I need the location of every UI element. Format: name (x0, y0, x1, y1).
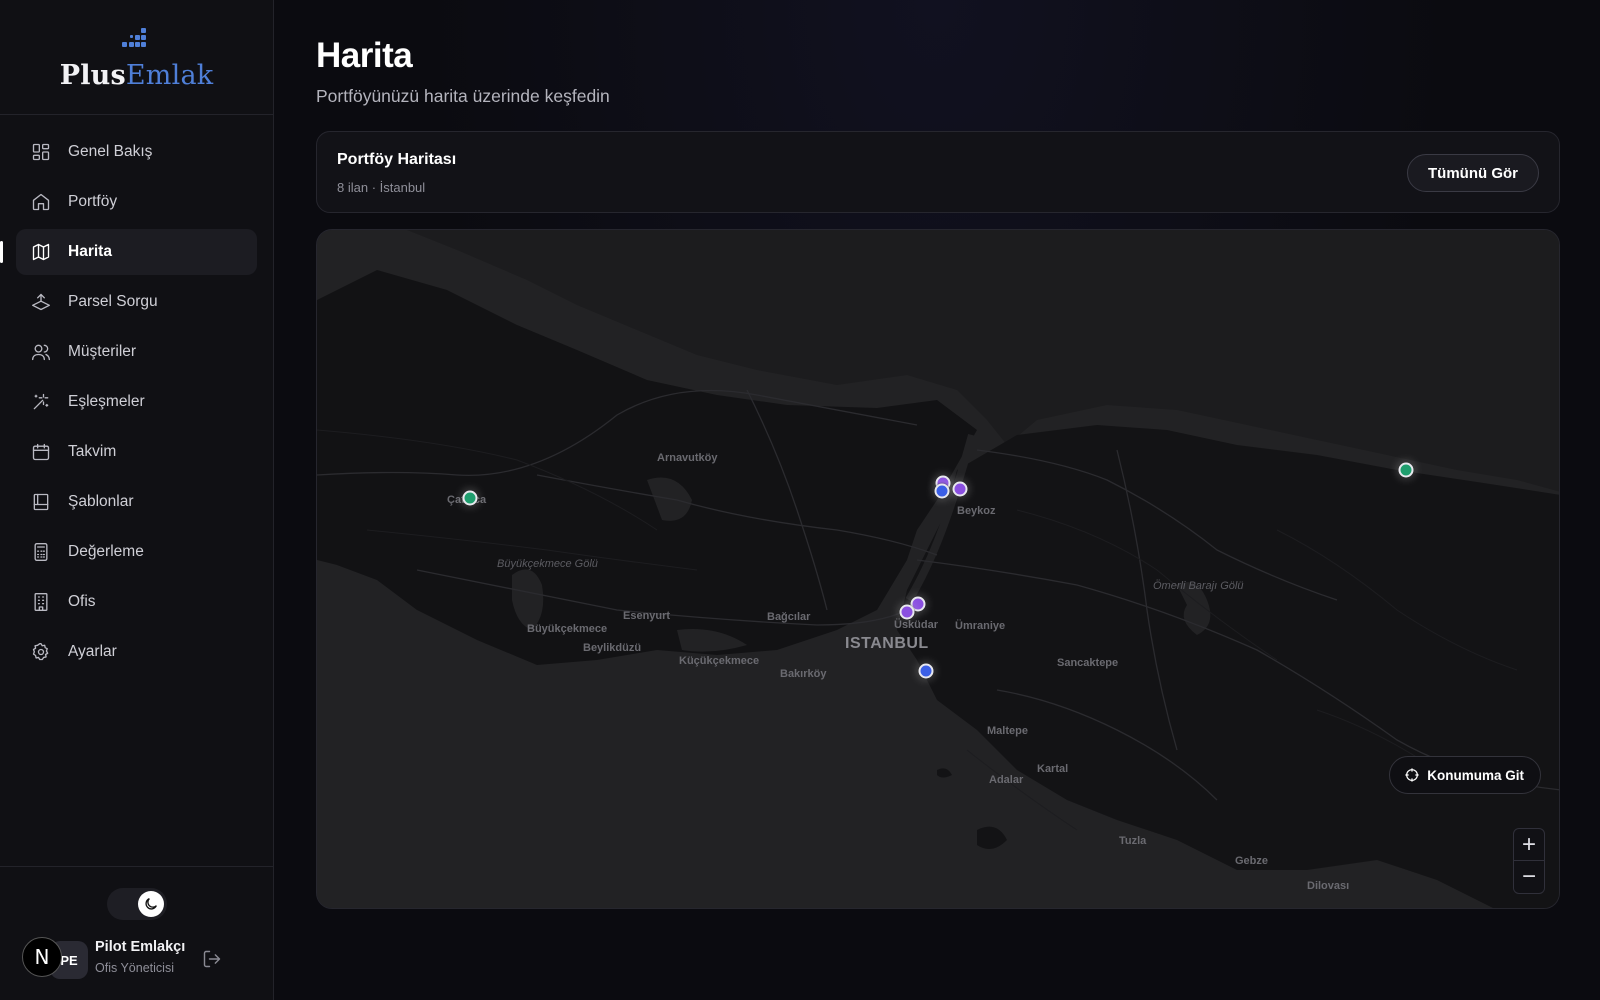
map-label-omerli: Ömerli Barajı Gölü (1153, 580, 1244, 592)
map-label-beykoz: Beykoz (957, 505, 996, 517)
map-label-sancaktepe: Sancaktepe (1057, 657, 1119, 669)
sidebar-item-label: Ayarlar (68, 643, 117, 660)
view-all-button[interactable]: Tümünü Gör (1407, 154, 1539, 192)
sparkles-icon (31, 392, 51, 412)
logo-chart-icon (121, 27, 152, 54)
map-label-buyukcekmece-lake: Büyükçekmece Gölü (497, 558, 598, 570)
card-title: Portföy Haritası (337, 151, 457, 168)
listing-marker[interactable] (899, 604, 915, 620)
gear-icon (31, 642, 51, 662)
sidebar-item-parsel-sorgu[interactable]: Parsel Sorgu (16, 279, 257, 325)
building-icon (31, 592, 51, 612)
sidebar-item-label: Takvim (68, 443, 117, 460)
page-title: Harita (316, 36, 413, 75)
brand-logo[interactable]: PlusEmlak (0, 0, 273, 115)
map-label-adalar: Adalar (989, 774, 1024, 786)
sidebar-item-harita[interactable]: Harita (0, 229, 257, 275)
logout-icon[interactable] (202, 949, 222, 969)
listing-marker[interactable] (918, 663, 934, 679)
sidebar-item-takvim[interactable]: Takvim (16, 429, 257, 475)
map-label-beylikduzu: Beylikdüzü (583, 642, 642, 654)
n-badge[interactable]: N (22, 937, 62, 977)
map-label-bakirkoy: Bakırköy (780, 668, 827, 680)
sidebar-item-genel-bakis[interactable]: Genel Bakış (16, 129, 257, 175)
sidebar-item-ayarlar[interactable]: Ayarlar (16, 629, 257, 675)
map-label-maltepe: Maltepe (987, 725, 1028, 737)
map-icon (31, 242, 51, 262)
map-label-gebze: Gebze (1235, 855, 1269, 867)
listing-marker[interactable] (952, 481, 968, 497)
user-name: Pilot Emlakçı (95, 939, 186, 955)
sidebar-item-label: Harita (68, 243, 112, 260)
moon-icon (138, 891, 164, 917)
sidebar-item-label: Değerleme (68, 543, 144, 560)
template-icon (31, 492, 51, 512)
active-indicator (0, 241, 3, 263)
map-label-dilovasi: Dilovası (1307, 880, 1350, 892)
calendar-icon (31, 442, 51, 462)
map-label-esenyurt: Esenyurt (623, 610, 671, 622)
sidebar-item-degerleme[interactable]: Değerleme (16, 529, 257, 575)
sidebar-item-sablonlar[interactable]: Şablonlar (16, 479, 257, 525)
dashboard-icon (31, 142, 51, 162)
map-label-arnavutkoy: Arnavutköy (657, 452, 718, 464)
map-label-kucukcekmece: Küçükçekmece (679, 655, 760, 667)
map-label-kartal: Kartal (1037, 763, 1069, 775)
sidebar-item-portfoy[interactable]: Portföy (16, 179, 257, 225)
sidebar-item-label: Ofis (68, 593, 96, 610)
user-role: Ofis Yöneticisi (95, 961, 174, 975)
sidebar-item-label: Parsel Sorgu (68, 293, 158, 310)
sidebar-item-label: Müşteriler (68, 343, 137, 360)
zoom-controls: + − (1513, 828, 1545, 894)
crosshair-icon (1405, 768, 1419, 782)
zoom-out-button[interactable]: − (1514, 861, 1544, 893)
sidebar: PlusEmlak Genel Bakış Portföy Harita Par… (0, 0, 274, 1000)
users-icon (31, 342, 51, 362)
user-profile[interactable]: PE N Pilot Emlakçı Ofis Yöneticisi (22, 937, 262, 983)
card-meta: 8 ilan · İstanbul (337, 180, 426, 195)
sidebar-item-eslesmeler[interactable]: Eşleşmeler (16, 379, 257, 425)
map-label-tuzla: Tuzla (1119, 835, 1147, 847)
map-label-uskudar: Üsküdar (894, 619, 939, 631)
calculator-icon (31, 542, 51, 562)
listing-marker[interactable] (462, 490, 478, 506)
page-subtitle: Portföyünüzü harita üzerinde keşfedin (316, 86, 610, 106)
sidebar-item-label: Portföy (68, 193, 118, 210)
sidebar-item-ofis[interactable]: Ofis (16, 579, 257, 625)
map-canvas[interactable]: Arnavutköy Çatalca Beykoz Büyükçekmece G… (316, 229, 1560, 909)
parcel-icon (31, 292, 51, 312)
home-icon (31, 192, 51, 212)
sidebar-item-musteriler[interactable]: Müşteriler (16, 329, 257, 375)
listing-marker[interactable] (1398, 462, 1414, 478)
sidebar-item-label: Eşleşmeler (68, 393, 145, 410)
brand-name: PlusEmlak (59, 59, 214, 91)
map-label-umraniye: Ümraniye (955, 620, 1006, 632)
sidebar-item-label: Şablonlar (68, 493, 134, 510)
map-label-buyukcekmece: Büyükçekmece (527, 623, 608, 635)
main-content: Harita Portföyünüzü harita üzerinde keşf… (274, 0, 1600, 1000)
sidebar-footer: PE N Pilot Emlakçı Ofis Yöneticisi (0, 866, 273, 1000)
portfolio-map-header: Portföy Haritası 8 ilan · İstanbul Tümün… (316, 131, 1560, 213)
sidebar-nav: Genel Bakış Portföy Harita Parsel Sorgu … (0, 129, 273, 675)
zoom-in-button[interactable]: + (1514, 829, 1544, 861)
locate-me-label: Konumuma Git (1427, 767, 1524, 783)
theme-toggle[interactable] (107, 888, 167, 920)
listing-marker[interactable] (934, 483, 950, 499)
locate-me-button[interactable]: Konumuma Git (1389, 756, 1541, 794)
map-label-istanbul: ISTANBUL (845, 635, 929, 652)
map-label-bagcilar: Bağcılar (767, 611, 811, 623)
sidebar-item-label: Genel Bakış (68, 143, 153, 160)
